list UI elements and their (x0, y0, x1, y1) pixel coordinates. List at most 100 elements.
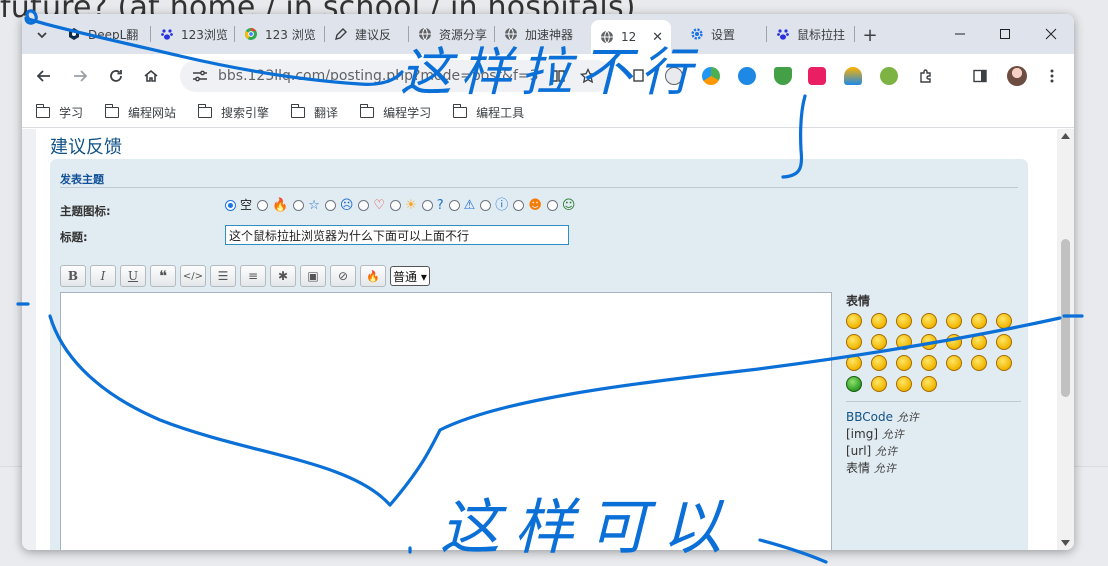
bookmark-folder[interactable]: 搜索引擎 (197, 104, 269, 121)
topic-icon-option[interactable]: ☀ (390, 199, 417, 212)
smiley-icon[interactable] (946, 313, 962, 329)
tab-resource-share[interactable]: 资源分享 (409, 20, 495, 48)
radio-button[interactable] (257, 200, 269, 211)
tab-123-browser-1[interactable]: 123浏览 (151, 20, 235, 48)
topic-icon-option[interactable]: ⚠ (448, 199, 475, 212)
smiley-icon[interactable] (846, 376, 862, 392)
topic-icon-option[interactable]: ☆ (293, 199, 320, 212)
smiley-icon[interactable] (871, 334, 887, 350)
home-button[interactable] (139, 64, 163, 88)
bookmark-folder[interactable]: 编程网站 (104, 104, 176, 121)
radio-button[interactable] (448, 200, 460, 211)
tab-settings[interactable]: 设置 (681, 20, 767, 48)
list-button[interactable]: ☰ (210, 265, 236, 287)
reader-mode-button[interactable] (546, 64, 570, 88)
smiley-icon[interactable] (971, 334, 987, 350)
bookmark-star-button[interactable] (576, 64, 600, 88)
topic-icon-option[interactable]: ? (421, 199, 444, 212)
smiley-icon[interactable] (846, 334, 862, 350)
radio-button[interactable] (324, 200, 336, 211)
reload-button[interactable] (104, 64, 128, 88)
smiley-icon[interactable] (921, 376, 937, 392)
scrollbar-thumb[interactable] (1061, 239, 1070, 397)
smiley-icon[interactable] (846, 355, 862, 371)
radio-button[interactable] (358, 200, 370, 211)
ordered-list-button[interactable]: ≡ (240, 265, 266, 287)
color-extension-icon[interactable] (702, 67, 720, 85)
message-textarea[interactable] (60, 292, 832, 550)
lime-extension-icon[interactable] (880, 67, 898, 85)
tab-mouse-drag[interactable]: 鼠标拉拄 (767, 20, 855, 48)
topic-icon-option[interactable]: ⓘ (480, 199, 508, 212)
tab-123-browser-2[interactable]: 123 浏览 (235, 20, 325, 48)
underline-button[interactable]: U (120, 265, 146, 287)
scroll-down-icon[interactable] (1061, 540, 1070, 546)
shield-check-icon[interactable] (774, 67, 792, 85)
radio-button[interactable] (546, 200, 558, 211)
topic-icon-option-none[interactable]: 空 (225, 199, 252, 212)
image-button[interactable]: ▣ (300, 265, 326, 287)
bookmark-folder[interactable]: 编程学习 (359, 104, 431, 121)
title-input[interactable] (225, 225, 569, 245)
cloud-sync-icon[interactable] (844, 67, 862, 85)
quote-button[interactable]: ❝ (150, 265, 176, 287)
minimize-button[interactable] (940, 20, 980, 48)
bookmark-folder[interactable]: 翻译 (290, 104, 338, 121)
permission-name[interactable]: BBCode (846, 410, 893, 424)
radio-button[interactable] (421, 200, 433, 211)
close-window-button[interactable] (1031, 20, 1071, 48)
smiley-icon[interactable] (921, 355, 937, 371)
smiley-icon[interactable] (946, 334, 962, 350)
code-button[interactable]: </> (180, 265, 206, 287)
smiley-icon[interactable] (896, 355, 912, 371)
radio-button[interactable] (225, 200, 236, 211)
font-size-select[interactable]: 普通 ▾ (390, 266, 430, 286)
maximize-button[interactable] (985, 20, 1025, 48)
cloud-extension-icon[interactable] (738, 67, 756, 85)
smiley-icon[interactable] (871, 376, 887, 392)
italic-button[interactable]: I (90, 265, 116, 287)
smiley-icon[interactable] (971, 355, 987, 371)
radio-button[interactable] (390, 200, 402, 211)
smiley-icon[interactable] (896, 313, 912, 329)
link-button[interactable]: ⊘ (330, 265, 356, 287)
bold-button[interactable]: B (60, 265, 86, 287)
topic-icon-option[interactable]: ♡ (358, 199, 385, 212)
radio-button[interactable] (293, 200, 305, 211)
smiley-icon[interactable] (921, 334, 937, 350)
smiley-icon[interactable] (921, 313, 937, 329)
topic-icon-option[interactable]: ☻ (513, 199, 542, 212)
smiley-icon[interactable] (971, 313, 987, 329)
smiley-icon[interactable] (846, 313, 862, 329)
new-tab-button[interactable]: + (859, 24, 881, 46)
smiley-icon[interactable] (871, 355, 887, 371)
radio-button[interactable] (513, 200, 525, 211)
menu-button[interactable] (1040, 64, 1064, 88)
tab-active-posting[interactable]: 12 ✕ (591, 20, 671, 54)
smiley-icon[interactable] (896, 334, 912, 350)
openai-extension-icon[interactable] (665, 67, 683, 85)
topic-icon-option[interactable]: ☹ (324, 199, 353, 212)
close-icon[interactable]: ✕ (646, 30, 663, 45)
translate-extension-icon[interactable] (808, 67, 826, 85)
vertical-scrollbar[interactable] (1057, 129, 1074, 550)
profile-avatar[interactable] (1007, 66, 1027, 86)
extensions-button[interactable] (914, 64, 938, 88)
tab-search-button[interactable] (30, 24, 54, 46)
smiley-icon[interactable] (996, 334, 1012, 350)
color-button[interactable]: 🔥 (360, 265, 386, 287)
smiley-icon[interactable] (896, 376, 912, 392)
topic-icon-option[interactable]: ☺ (546, 199, 575, 212)
smiley-icon[interactable] (996, 313, 1012, 329)
radio-button[interactable] (480, 200, 492, 211)
smiley-icon[interactable] (946, 355, 962, 371)
tab-accelerator[interactable]: 加速神器 (495, 20, 591, 48)
extension-copy-button[interactable] (626, 64, 650, 88)
smiley-icon[interactable] (996, 355, 1012, 371)
back-button[interactable] (32, 64, 56, 88)
bookmark-folder[interactable]: 编程工具 (452, 104, 524, 121)
scroll-up-icon[interactable] (1061, 133, 1070, 139)
side-panel-button[interactable] (968, 64, 992, 88)
smiley-icon[interactable] (871, 313, 887, 329)
tab-suggestion[interactable]: 建议反 (325, 20, 409, 48)
